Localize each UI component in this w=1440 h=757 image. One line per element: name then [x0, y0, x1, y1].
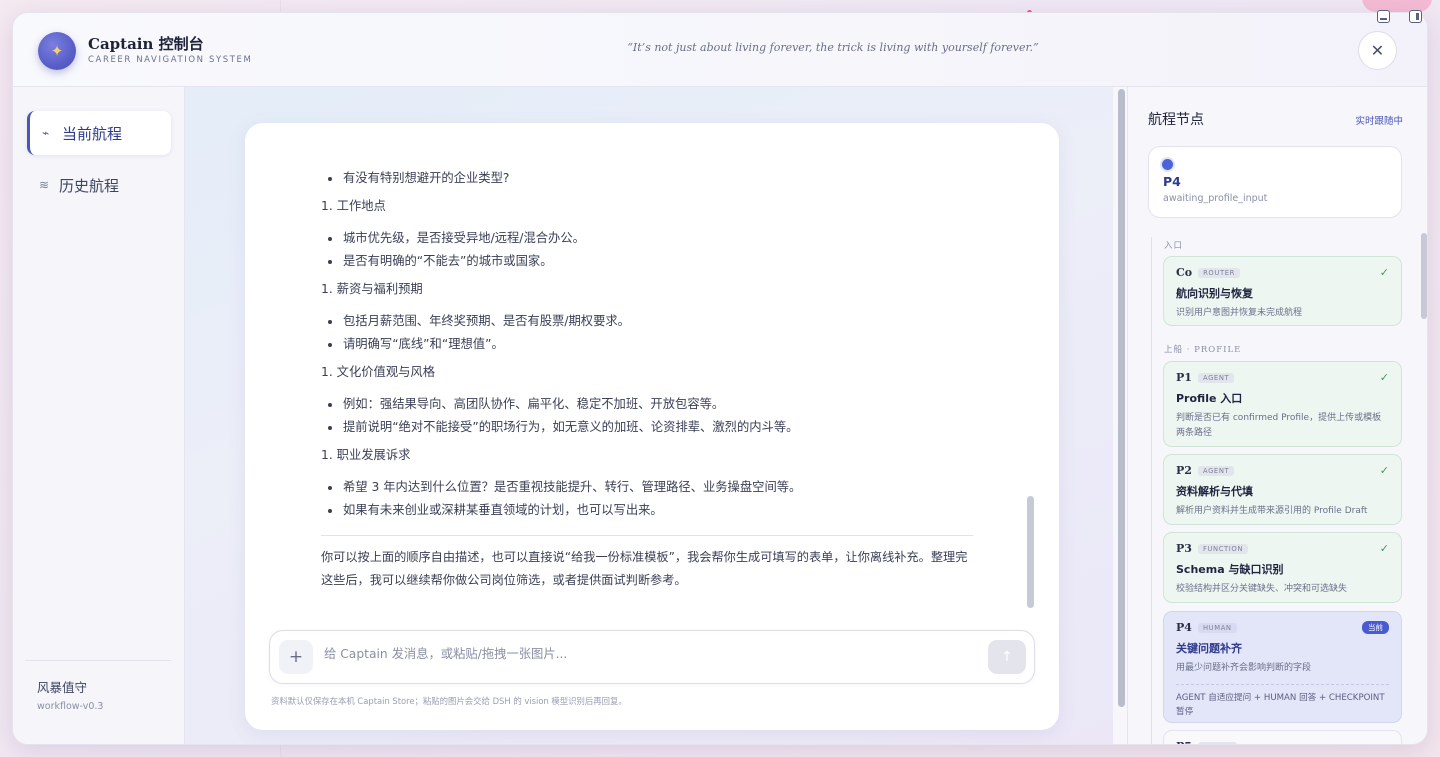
message-input[interactable]	[324, 647, 974, 661]
node-title: 资料解析与代填	[1176, 485, 1253, 498]
list-item: 例如：强结果导向、高团队协作、扁平化、稳定不加班、开放包容等。	[321, 393, 973, 416]
node-p4[interactable]: P4 HUMAN 当前 关键问题补齐 用最少问题补齐会影响判断的字段 AGENT…	[1163, 611, 1402, 723]
node-extra: AGENT 自适应提问 + HUMAN 回答 + CHECKPOINT 暂停	[1176, 684, 1389, 719]
node-code: P4	[1176, 621, 1192, 634]
node-title: 关键问题补齐	[1176, 642, 1242, 655]
node-p1[interactable]: P1 AGENT ✓ Profile 入口 判断是否已有 confirmed P…	[1163, 361, 1402, 447]
current-node-id: P4	[1163, 174, 1181, 189]
brand-subtitle: CAREER NAVIGATION SYSTEM	[88, 55, 253, 65]
current-node-status: awaiting_profile_input	[1163, 193, 1268, 204]
composer: + ↑	[269, 630, 1035, 684]
header: ✦ Captain 控制台 CAREER NAVIGATION SYSTEM “…	[13, 13, 1427, 87]
node-code: P5	[1176, 740, 1192, 744]
main-scrollbar[interactable]	[1118, 89, 1125, 707]
current-node-card: P4 awaiting_profile_input	[1148, 146, 1402, 218]
panel-title: 航程节点	[1148, 112, 1204, 128]
attach-button[interactable]: +	[279, 640, 313, 674]
list-item: 有没有特别想避开的企业类型?	[321, 167, 973, 190]
app-window: ✦ Captain 控制台 CAREER NAVIGATION SYSTEM “…	[12, 12, 1428, 745]
node-p3[interactable]: P3 FUNCTION ✓ Schema 与缺口识别 校验结构并区分关键缺失、冲…	[1163, 532, 1402, 603]
node-title: 航向识别与恢复	[1176, 287, 1253, 300]
voyage-nodes-panel: 航程节点 实时跟随中 P4 awaiting_profile_input 入口 …	[1127, 87, 1427, 744]
sidebar-item-label: 历史航程	[59, 176, 120, 195]
sidebar-item-current-voyage[interactable]: ⌁ 当前航程	[27, 111, 171, 155]
check-icon: ✓	[1379, 542, 1389, 555]
node-title: Profile 入口	[1176, 392, 1243, 405]
footer-version: workflow-v0.3	[37, 701, 104, 712]
disclaimer-text: 资料默认仅保存在本机 Captain Store；粘贴的图片会交给 DSH 的 …	[271, 696, 627, 706]
node-co[interactable]: Co ROUTER ✓ 航向识别与恢复 识别用户意图并恢复未完成航程	[1163, 256, 1402, 326]
list-item: 请明确写“底线”和“理想值”。	[321, 333, 973, 356]
node-p2[interactable]: P2 AGENT ✓ 资料解析与代填 解析用户资料并生成带来源引用的 Profi…	[1163, 454, 1402, 525]
node-type-badge: HUMAN	[1197, 622, 1237, 633]
node-title: Schema 与缺口识别	[1176, 563, 1284, 576]
route-icon: ⌁	[42, 126, 50, 140]
node-desc: 识别用户意图并恢复未完成航程	[1176, 308, 1303, 318]
sidebar-item-label: 当前航程	[62, 124, 123, 143]
list-item: 提前说明“绝对不能接受”的职场行为，如无意义的加班、论资排辈、激烈的内斗等。	[321, 416, 973, 439]
current-badge: 当前	[1362, 621, 1389, 634]
node-code: Co	[1176, 266, 1193, 279]
list-item: 城市优先级，是否接受异地/远程/混合办公。	[321, 227, 973, 250]
sidebar: ⌁ 当前航程 ≋ 历史航程 风暴值守 workflow-v0.3	[13, 87, 185, 744]
panel-scrollbar[interactable]	[1421, 233, 1427, 319]
status-dot-icon	[1162, 159, 1173, 170]
node-p5[interactable]: P5 HUMAN	[1163, 730, 1402, 744]
section-heading: 1. 文化价值观与风格	[321, 365, 436, 379]
toggle-panel-icon[interactable]	[1409, 10, 1422, 23]
chat-card: 有没有特别想避开的企业类型? 1. 工作地点 城市优先级，是否接受异地/远程/混…	[245, 123, 1059, 730]
header-quote: “It’s not just about living forever, the…	[627, 41, 1039, 54]
divider	[321, 535, 973, 536]
section-heading: 1. 工作地点	[321, 199, 386, 213]
node-type-badge: ROUTER	[1198, 267, 1240, 278]
minimize-window-icon[interactable]	[1377, 10, 1390, 23]
live-follow-toggle[interactable]: 实时跟随中	[1355, 113, 1403, 127]
send-button[interactable]: ↑	[988, 640, 1026, 674]
node-type-badge: AGENT	[1197, 465, 1235, 476]
close-icon: ✕	[1370, 41, 1385, 60]
close-button[interactable]: ✕	[1358, 31, 1397, 70]
list-item: 希望 3 年内达到什么位置？是否重视技能提升、转行、管理路径、业务操盘空间等。	[321, 476, 973, 499]
arrow-up-icon: ↑	[1001, 649, 1013, 665]
node-code: P1	[1176, 371, 1192, 384]
section-label: 入口	[1164, 241, 1184, 251]
history-icon: ≋	[39, 178, 50, 192]
chat-area: 有没有特别想避开的企业类型? 1. 工作地点 城市优先级，是否接受异地/远程/混…	[185, 87, 1113, 744]
node-type-badge: HUMAN	[1197, 741, 1237, 744]
sidebar-item-history-voyage[interactable]: ≋ 历史航程	[27, 163, 171, 207]
node-desc: 判断是否已有 confirmed Profile，提供上传或模板两条路径	[1176, 413, 1382, 438]
closing-paragraph: 你可以按上面的顺序自由描述，也可以直接说“给我一份标准模板”，我会帮你生成可填写…	[321, 550, 968, 587]
timeline-line	[1151, 237, 1152, 744]
list-item: 包括月薪范围、年终奖预期、是否有股票/期权要求。	[321, 310, 973, 333]
node-type-badge: AGENT	[1197, 372, 1235, 383]
section-heading: 1. 薪资与福利预期	[321, 282, 423, 296]
list-item: 是否有明确的“不能去”的城市或国家。	[321, 250, 973, 273]
footer-title: 风暴值守	[37, 680, 88, 695]
section-label: 上船 · PROFILE	[1164, 345, 1242, 355]
node-code: P3	[1176, 542, 1192, 555]
node-desc: 解析用户资料并生成带来源引用的 Profile Draft	[1176, 506, 1368, 516]
sidebar-footer: 风暴值守 workflow-v0.3	[25, 660, 171, 712]
node-type-badge: FUNCTION	[1197, 543, 1249, 554]
section-heading: 1. 职业发展诉求	[321, 448, 411, 462]
check-icon: ✓	[1379, 266, 1389, 279]
list-item: 如果有未来创业或深耕某垂直领域的计划，也可以写出来。	[321, 499, 973, 522]
assistant-message: 有没有特别想避开的企业类型? 1. 工作地点 城市优先级，是否接受异地/远程/混…	[321, 167, 973, 592]
message-scrollbar[interactable]	[1027, 496, 1034, 608]
check-icon: ✓	[1379, 371, 1389, 384]
check-icon: ✓	[1379, 464, 1389, 477]
node-desc: 校验结构并区分关键缺失、冲突和可选缺失	[1176, 584, 1348, 594]
node-desc: 用最少问题补齐会影响判断的字段	[1176, 663, 1312, 673]
background-decoration	[1362, 0, 1432, 12]
captain-logo-icon: ✦	[38, 32, 76, 70]
brand-title: Captain 控制台	[88, 35, 204, 53]
plus-icon: +	[288, 647, 304, 667]
node-code: P2	[1176, 464, 1192, 477]
